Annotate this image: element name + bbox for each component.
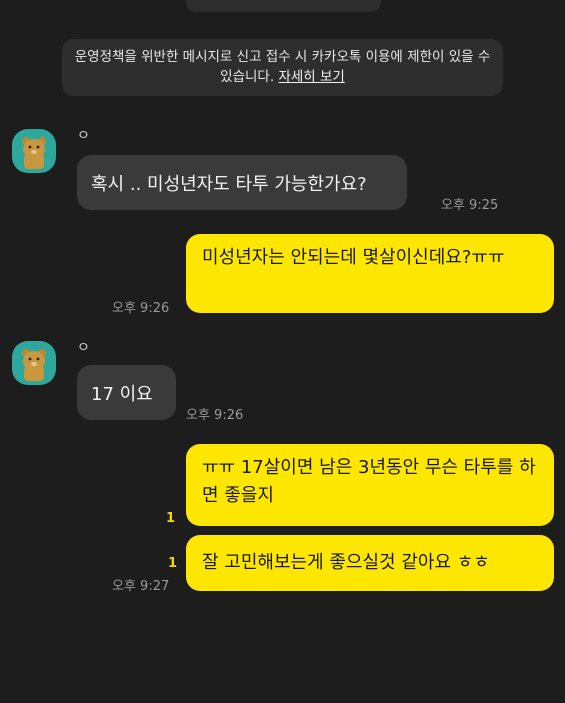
message-time: 오후 9:26 [112, 301, 170, 316]
bear-avatar-icon [22, 349, 46, 381]
sender-avatar[interactable] [12, 341, 56, 385]
sender-avatar[interactable] [12, 129, 56, 173]
unread-count: 1 [168, 556, 178, 571]
bear-avatar-icon [22, 137, 46, 169]
message-bubble-incoming[interactable]: 혹시 .. 미성년자도 타투 가능한가요? [77, 155, 407, 210]
message-time: 오후 9:25 [441, 198, 499, 213]
message-bubble-outgoing[interactable]: 잘 고민해보는게 좋으실것 같아요 ㅎㅎ [186, 535, 554, 591]
message-bubble-incoming[interactable]: 17 이요 [77, 365, 176, 420]
message-time: 오후 9:27 [112, 579, 170, 594]
sender-name: ㅇ [77, 340, 90, 356]
sender-name: ㅇ [77, 128, 90, 144]
previous-notice-pill [186, 0, 381, 12]
policy-notice: 운영정책을 위반한 메시지로 신고 접수 시 카카오톡 이용에 제한이 있을 수… [62, 39, 503, 96]
unread-count: 1 [166, 511, 176, 526]
message-time: 오후 9:26 [186, 408, 244, 423]
message-bubble-outgoing[interactable]: ㅠㅠ 17살이면 남은 3년동안 무슨 타투를 하면 좋을지 [186, 444, 554, 526]
message-bubble-outgoing[interactable]: 미성년자는 안되는데 몇살이신데요?ㅠㅠ [186, 234, 554, 313]
details-link[interactable]: 자세히 보기 [278, 69, 344, 85]
